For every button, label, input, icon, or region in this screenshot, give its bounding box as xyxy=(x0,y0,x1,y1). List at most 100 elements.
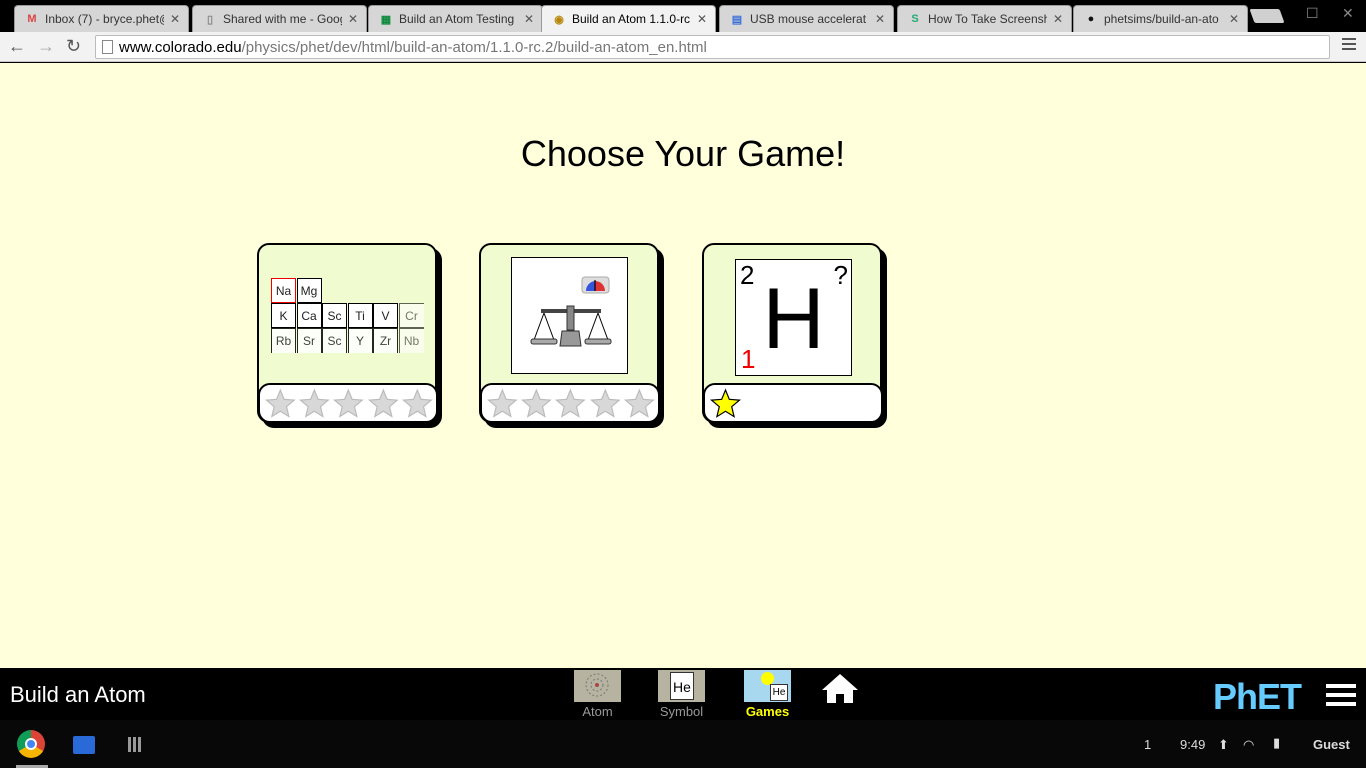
atom-screen-icon xyxy=(574,670,621,702)
empty-star-icon xyxy=(589,388,621,418)
page-title: Choose Your Game! xyxy=(520,133,846,174)
app-launcher-icon[interactable] xyxy=(128,737,143,752)
element-cell: K xyxy=(271,303,296,328)
notification-count[interactable]: 1 xyxy=(1144,737,1151,752)
screen-button-atom[interactable]: Atom xyxy=(574,670,621,719)
wifi-icon[interactable]: ◠ xyxy=(1243,737,1254,753)
user-label[interactable]: Guest xyxy=(1313,737,1350,752)
tab-close-icon[interactable]: ✕ xyxy=(875,12,885,26)
forward-icon[interactable]: → xyxy=(37,36,55,57)
files-icon[interactable] xyxy=(73,736,95,754)
tab-close-icon[interactable]: ✕ xyxy=(524,12,534,26)
empty-star-icon xyxy=(333,388,365,418)
element-cell: Nb xyxy=(398,328,424,353)
balance-scale-icon xyxy=(511,257,628,374)
close-window-icon[interactable]: ✕ xyxy=(1342,5,1354,22)
empty-star-icon xyxy=(299,388,330,418)
star-rating xyxy=(480,383,660,423)
screen-button-games[interactable]: He Games xyxy=(744,670,791,719)
upload-icon[interactable]: ⬆ xyxy=(1218,737,1229,753)
tab-title: USB mouse accelerat xyxy=(750,12,867,26)
tab-title: Inbox (7) - bryce.phet@ xyxy=(45,12,164,26)
browser-tab[interactable]: M Inbox (7) - bryce.phet@ ✕ xyxy=(14,5,189,32)
browser-tab[interactable]: ▤ USB mouse accelerat ✕ xyxy=(719,5,894,32)
os-shelf: 1 9:49 ⬆ ◠ ▮ Guest xyxy=(0,720,1366,768)
element-cell: V xyxy=(373,303,398,328)
tab-title: Shared with me - Google xyxy=(223,12,342,26)
sim-title: Build an Atom xyxy=(10,682,146,707)
url-host: www.colorado.edu xyxy=(119,38,242,56)
chrome-icon[interactable] xyxy=(17,730,45,758)
browser-tab[interactable]: ◉ Build an Atom 1.1.0-rc ✕ xyxy=(541,5,716,32)
element-cell: Sr xyxy=(296,328,322,353)
element-cell: Ti xyxy=(347,303,373,328)
element-cell: Zr xyxy=(373,328,398,353)
browser-toolbar: ← → ↻ www.colorado.edu/physics/phet/dev/… xyxy=(0,32,1366,62)
browser-menu-icon[interactable] xyxy=(1342,38,1356,53)
screen-label: Games xyxy=(745,704,790,719)
tab-close-icon[interactable]: ✕ xyxy=(1229,12,1239,26)
games-screen-icon: He xyxy=(744,670,791,702)
gmail-icon: M xyxy=(27,13,37,25)
sheets-icon: ▦ xyxy=(380,13,392,26)
empty-star-icon xyxy=(367,388,399,418)
empty-star-icon xyxy=(555,388,587,418)
level-card-periodic-table[interactable]: Na Mg K Ca Sc Ti V Cr Rb Sr Sc Y Zr Nb xyxy=(257,243,438,423)
browser-tab[interactable]: S How To Take Screensh ✕ xyxy=(897,5,1072,32)
phet-logo[interactable]: PhET xyxy=(1213,676,1302,718)
tab-title: How To Take Screensh xyxy=(928,12,1047,26)
level-card-symbol[interactable]: 2 ? H 1 xyxy=(702,243,883,423)
element-cell: Ca xyxy=(296,303,322,328)
docs-icon: ▤ xyxy=(731,13,743,26)
symbol-screen-icon: He xyxy=(658,670,705,702)
element-cell: Sc xyxy=(322,303,347,328)
star-rating xyxy=(703,383,883,423)
phet-menu-icon[interactable] xyxy=(1326,684,1356,706)
empty-star-icon xyxy=(401,388,433,418)
game-selection-screen: Choose Your Game! Na Mg K Ca Sc Ti V Cr Rb Sr Sc Y Z… xyxy=(0,63,1366,668)
cu-logo-icon: ◉ xyxy=(554,13,564,26)
tab-title: Build an Atom Testing xyxy=(399,12,515,26)
empty-star-icon xyxy=(487,388,518,418)
web-icon: S xyxy=(911,13,919,25)
back-icon[interactable]: ← xyxy=(8,36,26,57)
browser-tab[interactable]: ▦ Build an Atom Testing ✕ xyxy=(368,5,543,32)
maximize-icon[interactable]: ☐ xyxy=(1306,5,1319,22)
battery-icon[interactable]: ▮ xyxy=(1273,735,1280,751)
level-card-mass-charge[interactable] xyxy=(479,243,660,423)
home-icon[interactable] xyxy=(820,672,860,709)
empty-star-icon xyxy=(623,388,655,418)
browser-tab[interactable]: ● phetsims/build-an-ato ✕ xyxy=(1073,5,1248,32)
new-tab-button[interactable] xyxy=(1249,9,1285,23)
screen-label: Symbol xyxy=(659,704,704,719)
atomic-number: 1 xyxy=(741,344,756,374)
element-cell: Y xyxy=(347,328,373,353)
element-cell: Na xyxy=(271,278,296,303)
reload-icon[interactable]: ↻ xyxy=(66,36,81,57)
tab-close-icon[interactable]: ✕ xyxy=(348,12,358,26)
sim-navbar: Build an Atom Atom He Symbol He Games Ph… xyxy=(0,668,1366,720)
element-cell: Rb xyxy=(271,328,296,353)
empty-star-icon xyxy=(265,388,296,418)
tab-close-icon[interactable]: ✕ xyxy=(697,12,707,26)
filled-star-icon xyxy=(710,387,741,418)
url-path: /physics/phet/dev/html/build-an-atom/1.1… xyxy=(241,38,707,56)
tab-close-icon[interactable]: ✕ xyxy=(1053,12,1063,26)
element-cell: Sc xyxy=(322,328,347,353)
element-cell: Mg xyxy=(296,278,322,303)
tab-title: phetsims/build-an-ato xyxy=(1104,12,1219,26)
empty-star-icon xyxy=(521,388,552,418)
page-icon xyxy=(102,40,113,54)
tab-strip: M Inbox (7) - bryce.phet@ ✕ ▯ Shared with me… xyxy=(0,0,1366,32)
tab-title: Build an Atom 1.1.0-rc xyxy=(572,12,691,26)
document-icon: ▯ xyxy=(206,13,214,26)
screen-button-symbol[interactable]: He Symbol xyxy=(658,670,705,719)
element-symbol-icon: 2 ? H 1 xyxy=(735,259,852,376)
clock[interactable]: 9:49 xyxy=(1180,737,1205,752)
address-bar[interactable]: www.colorado.edu/physics/phet/dev/html/b… xyxy=(95,35,1330,59)
element-cell: Cr xyxy=(398,303,424,328)
browser-tab[interactable]: ▯ Shared with me - Google ✕ xyxy=(192,5,367,32)
tab-close-icon[interactable]: ✕ xyxy=(170,12,180,26)
star-rating xyxy=(258,383,438,423)
screen-label: Atom xyxy=(582,704,613,719)
